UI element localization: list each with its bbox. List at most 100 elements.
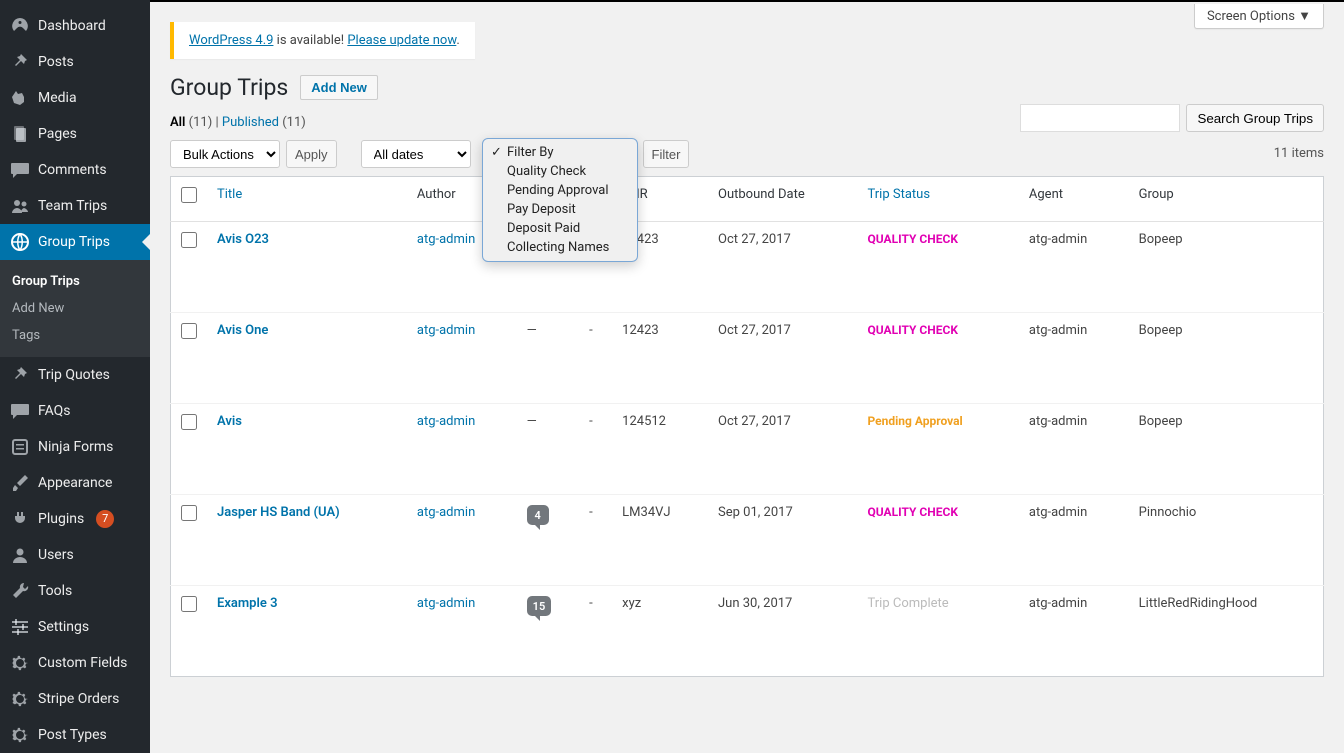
published-filter-link[interactable]: Published bbox=[222, 115, 279, 130]
col-title[interactable]: Title bbox=[207, 177, 407, 222]
author-link[interactable]: atg-admin bbox=[417, 505, 475, 520]
row-checkbox[interactable] bbox=[181, 414, 197, 430]
sidebar-item-appearance[interactable]: Appearance bbox=[0, 465, 150, 501]
sidebar-item-plugins[interactable]: Plugins7 bbox=[0, 501, 150, 537]
update-badge: 7 bbox=[96, 510, 114, 528]
user-icon bbox=[10, 545, 30, 565]
outbound-cell: Oct 27, 2017 bbox=[708, 404, 858, 495]
sidebar-item-group-trips[interactable]: Group Trips bbox=[0, 224, 150, 260]
sidebar-item-label: Team Trips bbox=[38, 198, 107, 214]
sidebar-item-users[interactable]: Users bbox=[0, 537, 150, 573]
filter-button[interactable]: Filter bbox=[643, 140, 690, 168]
author-link[interactable]: atg-admin bbox=[417, 323, 475, 338]
filter-by-dropdown[interactable]: Filter ByQuality CheckPending ApprovalPa… bbox=[482, 138, 638, 262]
filter-option-deposit-paid[interactable]: Deposit Paid bbox=[483, 219, 637, 238]
sidebar-item-posts[interactable]: Posts bbox=[0, 44, 150, 80]
sidebar-item-trip-quotes[interactable]: Trip Quotes bbox=[0, 357, 150, 393]
no-comments: — bbox=[527, 323, 537, 338]
sidebar-item-faqs[interactable]: FAQs bbox=[0, 393, 150, 429]
sidebar-sub-tags[interactable]: Tags bbox=[0, 322, 150, 349]
sidebar-item-label: Appearance bbox=[38, 475, 112, 491]
sidebar-item-media[interactable]: Media bbox=[0, 80, 150, 116]
table-row: Example 3atg-admin15-xyzJun 30, 2017Trip… bbox=[171, 586, 1324, 677]
gear-icon bbox=[10, 653, 30, 673]
group-cell: Bopeep bbox=[1129, 404, 1324, 495]
sidebar-item-label: Post Types bbox=[38, 727, 107, 743]
search-button[interactable]: Search Group Trips bbox=[1186, 104, 1324, 132]
admin-sidebar: Dashboard Posts MediaPages Comments Team Tri… bbox=[0, 0, 150, 753]
author-link[interactable]: atg-admin bbox=[417, 232, 475, 247]
row-checkbox[interactable] bbox=[181, 505, 197, 521]
table-toolbar: Bulk Actions Apply All dates Filter Filt… bbox=[170, 140, 1324, 168]
globe-icon bbox=[10, 232, 30, 252]
brush-icon bbox=[10, 473, 30, 493]
filter-option-filter-by[interactable]: Filter By bbox=[483, 143, 637, 162]
date-filter-select[interactable]: All dates bbox=[361, 140, 471, 168]
sliders-icon bbox=[10, 617, 30, 637]
table-row: Avisatg-admin—-124512Oct 27, 2017Pending… bbox=[171, 404, 1324, 495]
sidebar-item-tools[interactable]: Tools bbox=[0, 573, 150, 609]
update-notice: WordPress 4.9 is available! Please updat… bbox=[170, 22, 475, 59]
sidebar-item-team-trips[interactable]: Team Trips bbox=[0, 188, 150, 224]
sidebar-item-label: Posts bbox=[38, 54, 74, 70]
users-icon bbox=[10, 196, 30, 216]
gear-icon bbox=[10, 725, 30, 745]
comment-count-bubble[interactable]: 15 bbox=[527, 596, 552, 616]
trip-title-link[interactable]: Avis bbox=[217, 414, 242, 429]
col-status[interactable]: Trip Status bbox=[858, 177, 1019, 222]
wp-version-link[interactable]: WordPress 4.9 bbox=[189, 33, 273, 48]
col-group: Group bbox=[1129, 177, 1324, 222]
author-link[interactable]: atg-admin bbox=[417, 596, 475, 611]
sidebar-item-label: Ninja Forms bbox=[38, 439, 113, 455]
comment-count-bubble[interactable]: 4 bbox=[527, 505, 549, 525]
sidebar-sub-add-new[interactable]: Add New bbox=[0, 295, 150, 322]
add-new-button[interactable]: Add New bbox=[300, 75, 378, 100]
table-row: Jasper HS Band (UA)atg-admin4-LM34VJSep … bbox=[171, 495, 1324, 586]
filter-option-pending-approval[interactable]: Pending Approval bbox=[483, 181, 637, 200]
group-cell: LittleRedRidingHood bbox=[1129, 586, 1324, 677]
sidebar-sub-group-trips[interactable]: Group Trips bbox=[0, 268, 150, 295]
screen-options-toggle[interactable]: Screen Options ▼ bbox=[1194, 4, 1324, 29]
filter-option-quality-check[interactable]: Quality Check bbox=[483, 162, 637, 181]
sidebar-submenu: Group TripsAdd NewTags bbox=[0, 260, 150, 357]
agent-cell: atg-admin bbox=[1019, 404, 1129, 495]
sidebar-item-ninja-forms[interactable]: Ninja Forms bbox=[0, 429, 150, 465]
row-checkbox[interactable] bbox=[181, 596, 197, 612]
sidebar-item-label: FAQs bbox=[38, 403, 71, 419]
sidebar-item-settings[interactable]: Settings bbox=[0, 609, 150, 645]
filter-option-pay-deposit[interactable]: Pay Deposit bbox=[483, 200, 637, 219]
sidebar-item-pages[interactable]: Pages bbox=[0, 116, 150, 152]
media-icon bbox=[10, 88, 30, 108]
status-badge: Pending Approval bbox=[868, 414, 963, 428]
trip-title-link[interactable]: Jasper HS Band (UA) bbox=[217, 505, 340, 520]
search-input[interactable] bbox=[1020, 104, 1180, 132]
status-badge: Trip Complete bbox=[868, 596, 949, 611]
sidebar-item-label: Custom Fields bbox=[38, 655, 127, 671]
table-row: Avis Oneatg-admin—-12423Oct 27, 2017QUAL… bbox=[171, 313, 1324, 404]
author-link[interactable]: atg-admin bbox=[417, 414, 475, 429]
sidebar-item-post-types[interactable]: Post Types bbox=[0, 717, 150, 753]
sidebar-item-stripe-orders[interactable]: Stripe Orders bbox=[0, 681, 150, 717]
sidebar-item-custom-fields[interactable]: Custom Fields bbox=[0, 645, 150, 681]
dashboard-icon bbox=[10, 16, 30, 36]
select-all-checkbox[interactable] bbox=[181, 187, 197, 203]
bulk-actions-select[interactable]: Bulk Actions bbox=[170, 140, 280, 168]
sidebar-item-label: Stripe Orders bbox=[38, 691, 119, 707]
update-now-link[interactable]: Please update now bbox=[347, 33, 456, 48]
search-box: Search Group Trips bbox=[1020, 104, 1324, 132]
trip-title-link[interactable]: Example 3 bbox=[217, 596, 278, 611]
outbound-cell: Oct 27, 2017 bbox=[708, 313, 858, 404]
apply-button[interactable]: Apply bbox=[286, 140, 337, 168]
sidebar-item-comments[interactable]: Comments bbox=[0, 152, 150, 188]
trip-title-link[interactable]: Avis O23 bbox=[217, 232, 269, 247]
sidebar-item-dashboard[interactable]: Dashboard bbox=[0, 8, 150, 44]
group-cell: Bopeep bbox=[1129, 222, 1324, 313]
trip-title-link[interactable]: Avis One bbox=[217, 323, 268, 338]
group-cell: Pinnochio bbox=[1129, 495, 1324, 586]
row-checkbox[interactable] bbox=[181, 232, 197, 248]
filter-option-collecting-names[interactable]: Collecting Names bbox=[483, 238, 637, 257]
row-checkbox[interactable] bbox=[181, 323, 197, 339]
comment-icon bbox=[10, 160, 30, 180]
sidebar-item-label: Comments bbox=[38, 162, 107, 178]
status-badge: QUALITY CHECK bbox=[868, 505, 958, 519]
